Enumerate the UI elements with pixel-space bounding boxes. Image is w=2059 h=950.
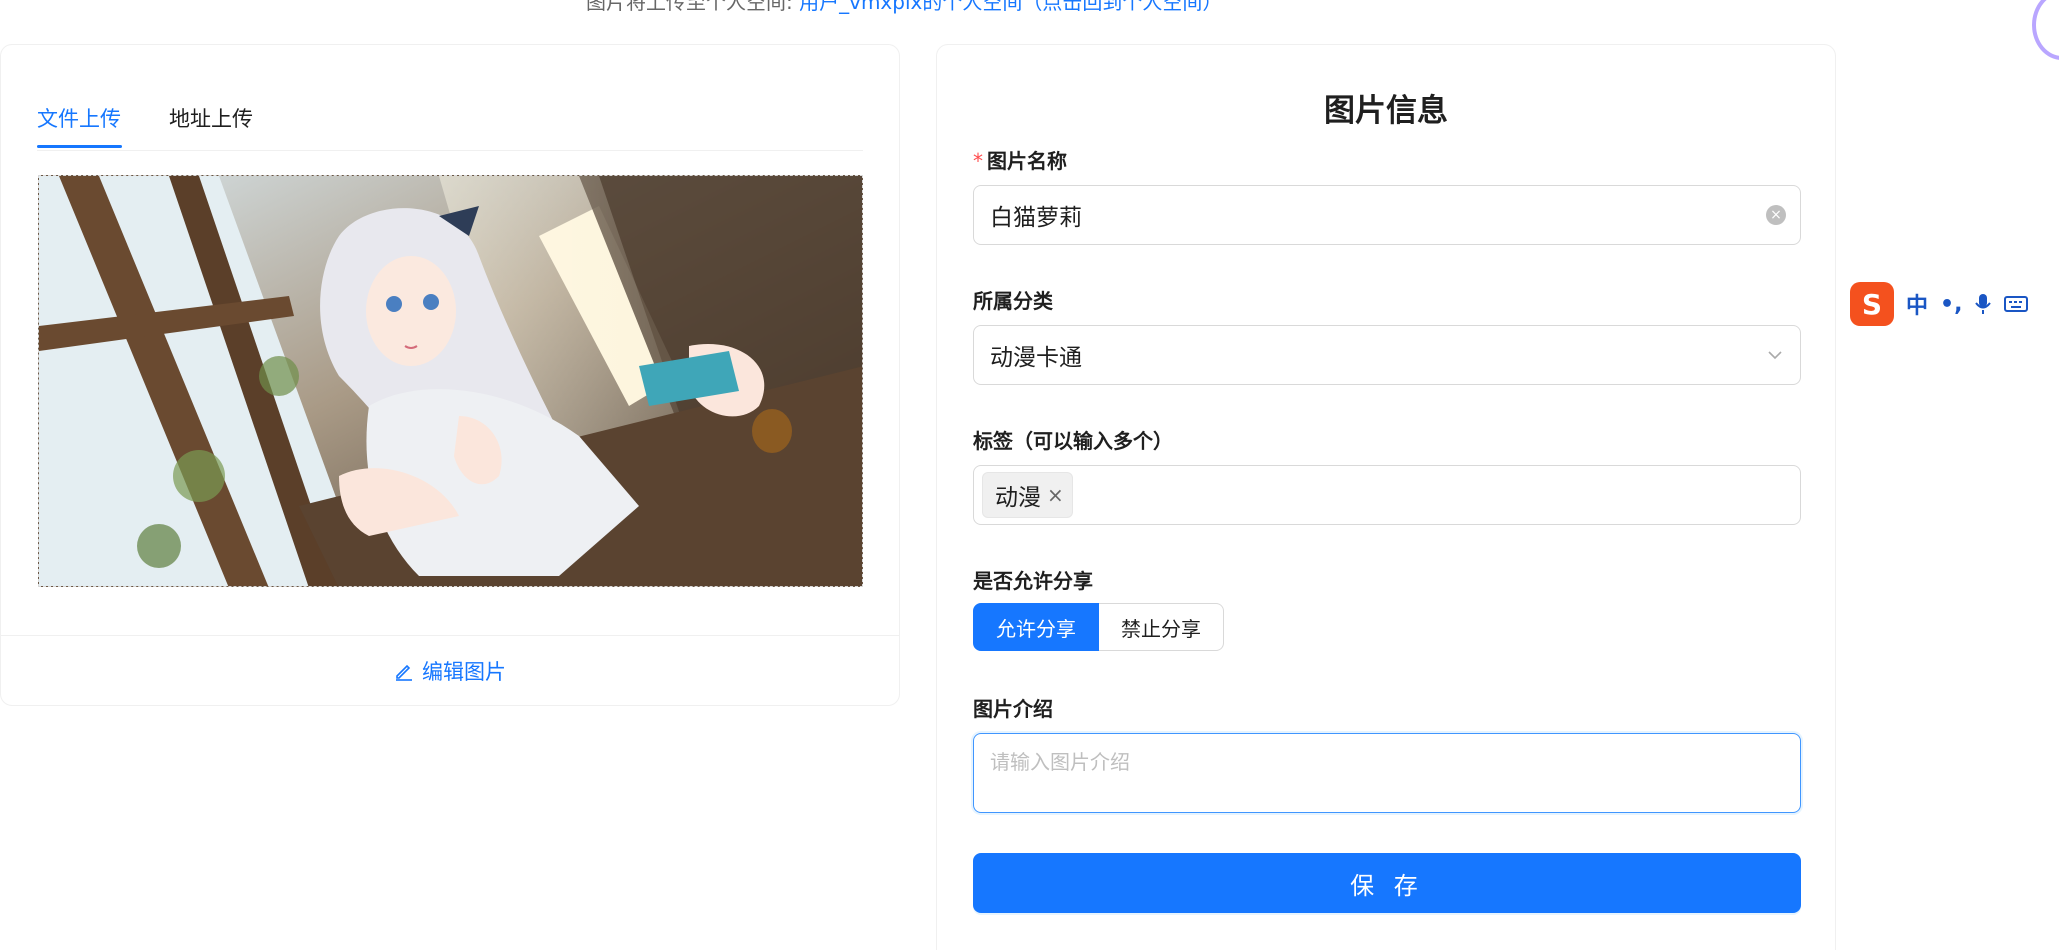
page: 图片将上传至个人空间: 用户_vmxpix的个人空间（点击回到个人空间） 文件上…: [0, 0, 2059, 950]
upload-card: 文件上传 地址上传 编辑图片: [0, 44, 900, 706]
edit-pencil-icon: [396, 664, 412, 681]
hint-prefix: 图片将上传至个人空间:: [586, 0, 793, 14]
personal-space-link[interactable]: 用户_vmxpix的个人空间（点击回到个人空间）: [799, 0, 1222, 14]
edit-image-label: 编辑图片: [422, 659, 506, 684]
share-toggle-group: 允许分享 禁止分享: [973, 603, 1224, 651]
allow-share-button[interactable]: 允许分享: [973, 603, 1099, 651]
category-select[interactable]: 动漫卡通: [973, 325, 1801, 385]
edit-image-button[interactable]: 编辑图片: [1, 635, 899, 705]
ime-punctuation[interactable]: •,: [1940, 292, 1962, 317]
uploaded-image-preview[interactable]: [38, 175, 863, 587]
name-label-text: 图片名称: [987, 149, 1067, 173]
mic-icon[interactable]: [1974, 292, 1992, 316]
ime-toolbar: S 中 •,: [1850, 282, 2059, 326]
active-tab-indicator: [37, 145, 122, 148]
intro-textarea[interactable]: 请输入图片介绍: [973, 733, 1801, 813]
tags-select[interactable]: 动漫 ×: [973, 465, 1801, 525]
forbid-share-button[interactable]: 禁止分享: [1099, 603, 1224, 651]
anime-illustration-image: [39, 176, 862, 586]
tag-close-icon[interactable]: ×: [1047, 483, 1064, 507]
form-title: 图片信息: [1324, 93, 1448, 129]
app-logo-icon[interactable]: [2032, 0, 2059, 60]
image-name-input[interactable]: 白猫萝莉 ×: [973, 185, 1801, 245]
tab-file-upload[interactable]: 文件上传: [37, 103, 121, 133]
category-value: 动漫卡通: [990, 345, 1082, 371]
clear-icon[interactable]: ×: [1766, 205, 1786, 225]
name-label: * 图片名称: [973, 145, 1067, 174]
image-info-form: 图片信息 * 图片名称 白猫萝莉 × 所属分类 动漫卡通 标签（可以输入多个） 动…: [936, 44, 1836, 950]
image-name-value: 白猫萝莉: [990, 205, 1082, 231]
share-label: 是否允许分享: [973, 569, 1093, 593]
tab-url-upload[interactable]: 地址上传: [169, 103, 253, 133]
category-label: 所属分类: [973, 289, 1053, 313]
save-button[interactable]: 保 存: [973, 853, 1801, 913]
upload-destination-hint: 图片将上传至个人空间: 用户_vmxpix的个人空间（点击回到个人空间）: [586, 0, 1222, 15]
chevron-down-icon: [1768, 351, 1782, 360]
tag-label: 动漫: [995, 485, 1041, 511]
tags-label: 标签（可以输入多个）: [973, 429, 1173, 453]
required-mark: *: [973, 149, 983, 173]
upload-tabs: 文件上传 地址上传: [37, 45, 863, 151]
sogou-logo-icon[interactable]: S: [1850, 282, 1894, 326]
ime-chinese-mode[interactable]: 中: [1906, 288, 1928, 320]
keyboard-icon[interactable]: [2004, 294, 2029, 314]
tag-item: 动漫 ×: [982, 472, 1073, 518]
intro-label: 图片介绍: [973, 697, 1053, 721]
